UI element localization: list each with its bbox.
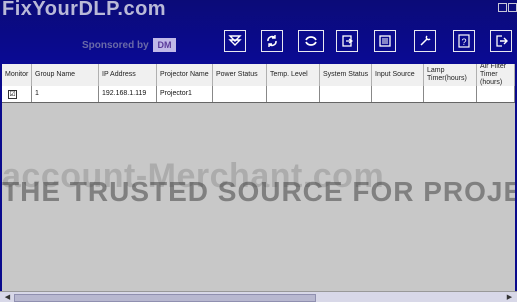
sync-icon	[305, 36, 317, 46]
input-icon	[342, 35, 354, 47]
projector-monitor-window: FixYourDLP.com Sponsored by DM ? Monitor…	[0, 0, 517, 302]
col-system-status[interactable]: System Status	[320, 64, 372, 86]
scroll-left-icon[interactable]: ◀	[2, 292, 13, 302]
col-group-name[interactable]: Group Name	[32, 64, 99, 86]
watermark-tagline: THE TRUSTED SOURCE FOR PROJECTOR	[2, 176, 515, 207]
svg-text:?: ?	[461, 37, 466, 47]
temp-level-cell	[267, 86, 320, 102]
table-row[interactable]: ☑ 1 192.168.1.119 Projector1	[2, 86, 515, 103]
lamp-timer-cell	[424, 86, 477, 102]
minimize-icon[interactable]	[498, 3, 507, 12]
help-icon: ?	[458, 34, 470, 48]
col-air-filter-timer[interactable]: Air Filter Timer (hours)	[477, 64, 515, 86]
save-button[interactable]	[374, 30, 396, 52]
group-cell: 1	[32, 86, 99, 102]
filter-button[interactable]	[224, 30, 246, 52]
help-button[interactable]: ?	[453, 30, 475, 52]
horizontal-scrollbar[interactable]: ◀ ▶	[0, 291, 517, 302]
sponsor-logo: DM	[153, 38, 176, 52]
save-icon	[379, 35, 391, 47]
air-filter-cell	[477, 86, 515, 102]
sponsor-text: Sponsored by	[82, 40, 149, 51]
input-source-cell	[372, 86, 424, 102]
tools-icon	[420, 35, 431, 46]
monitor-checkbox[interactable]: ☑	[8, 90, 17, 99]
col-temp-level[interactable]: Temp. Level	[267, 64, 320, 86]
ip-cell: 192.168.1.119	[99, 86, 157, 102]
col-lamp-timer[interactable]: Lamp Timer(hours)	[424, 64, 477, 86]
refresh-button[interactable]	[261, 30, 283, 52]
scroll-thumb[interactable]	[14, 294, 316, 302]
input-button[interactable]	[336, 30, 358, 52]
tools-button[interactable]	[414, 30, 436, 52]
col-projector-name[interactable]: Projector Name	[157, 64, 213, 86]
col-ip-address[interactable]: IP Address	[99, 64, 157, 86]
filter-icon	[228, 35, 242, 46]
power-status-cell	[213, 86, 267, 102]
col-monitor[interactable]: Monitor	[2, 64, 32, 86]
sync-button[interactable]	[298, 30, 324, 52]
exit-button[interactable]	[490, 30, 512, 52]
monitor-cell[interactable]: ☑	[2, 86, 32, 102]
table-header: Monitor Group Name IP Address Projector …	[2, 64, 515, 87]
system-status-cell	[320, 86, 372, 102]
col-power-status[interactable]: Power Status	[213, 64, 267, 86]
watermark-site: account-Merchant.com	[2, 157, 385, 195]
exit-icon	[496, 35, 508, 47]
scroll-right-icon[interactable]: ▶	[504, 292, 515, 302]
col-input-source[interactable]: Input Source	[372, 64, 424, 86]
close-icon[interactable]	[508, 3, 517, 12]
refresh-icon	[267, 35, 277, 47]
brand-watermark: FixYourDLP.com	[2, 0, 167, 20]
top-bar: FixYourDLP.com Sponsored by DM ?	[0, 0, 517, 64]
projector-table: Monitor Group Name IP Address Projector …	[2, 64, 515, 291]
projector-name-cell: Projector1	[157, 86, 213, 102]
